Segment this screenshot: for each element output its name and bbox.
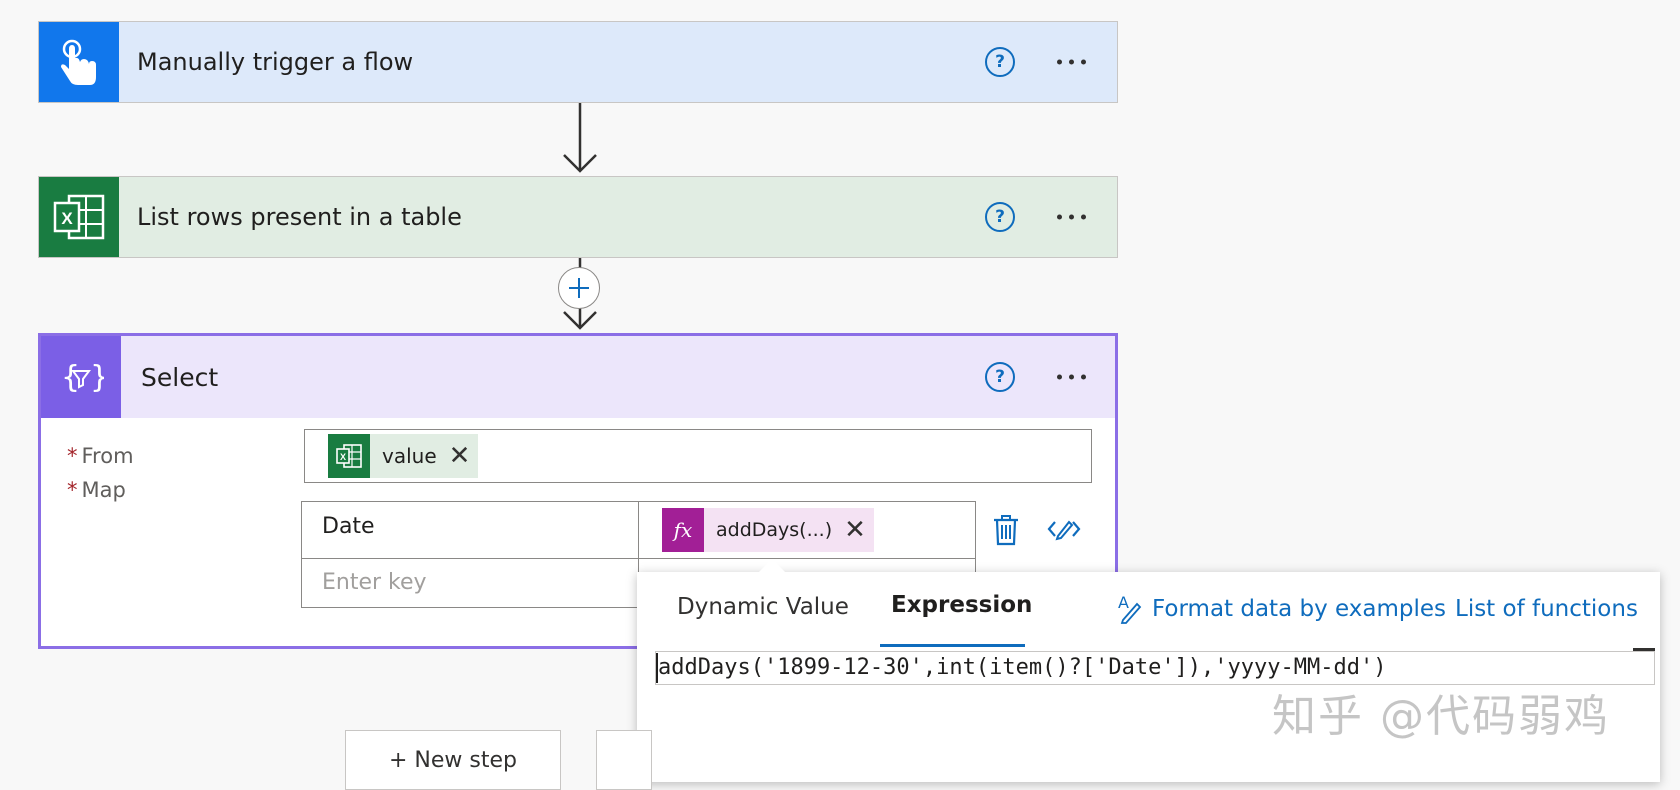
help-icon[interactable]: ?: [985, 362, 1015, 392]
from-input[interactable]: X value ✕: [304, 429, 1092, 483]
switch-to-text-mode-icon[interactable]: [1047, 516, 1081, 546]
connector-arrow-1: [563, 103, 597, 173]
format-data-by-examples-link[interactable]: Format data by examples: [1152, 596, 1446, 622]
watermark: 知乎 @代码弱鸡: [1272, 691, 1610, 742]
list-of-functions-link[interactable]: List of functions: [1455, 596, 1638, 622]
svg-text:X: X: [340, 452, 346, 462]
text-cursor: [656, 653, 658, 683]
scroll-marker: [1633, 648, 1655, 651]
active-tab-underline: [880, 644, 1025, 647]
excel-icon: X: [39, 177, 119, 257]
more-options-button[interactable]: [1057, 374, 1086, 380]
map-key-text: Date: [322, 514, 375, 539]
dynamic-content-popup: Dynamic Value Expression A Format data b…: [637, 559, 1660, 782]
map-key-cell[interactable]: Enter key: [301, 558, 639, 608]
svg-text:}: }: [90, 360, 104, 395]
tab-dynamic-value[interactable]: Dynamic Value: [677, 594, 849, 620]
format-data-icon[interactable]: A: [1117, 592, 1143, 628]
step-title: Manually trigger a flow: [137, 48, 414, 76]
select-data-operation-icon: { }: [41, 336, 121, 418]
more-options-button[interactable]: [1057, 214, 1086, 220]
svg-text:X: X: [61, 209, 73, 228]
trigger-step-card[interactable]: Manually trigger a flow ?: [38, 21, 1118, 103]
svg-text:A: A: [1118, 593, 1129, 612]
tab-expression[interactable]: Expression: [891, 592, 1032, 618]
close-icon[interactable]: ✕: [449, 434, 479, 478]
help-icon[interactable]: ?: [985, 202, 1015, 232]
step-title: Select: [141, 362, 219, 392]
from-label: * From: [67, 444, 134, 468]
token-label: addDays(...): [716, 519, 833, 541]
plus-icon: [569, 278, 589, 298]
expression-token[interactable]: fx addDays(...) ✕: [662, 508, 874, 552]
list-rows-step-card[interactable]: X List rows present in a table ?: [38, 176, 1118, 258]
dynamic-content-token[interactable]: X value ✕: [328, 434, 479, 478]
step-title: List rows present in a table: [137, 203, 462, 231]
map-value-cell[interactable]: fx addDays(...) ✕: [638, 501, 976, 559]
map-key-placeholder: Enter key: [322, 570, 427, 595]
token-label: value: [382, 444, 437, 468]
map-key-cell[interactable]: Date: [301, 501, 639, 559]
excel-icon: X: [328, 434, 370, 478]
delete-icon[interactable]: [992, 514, 1020, 550]
map-label: * Map: [67, 478, 126, 502]
save-button[interactable]: [596, 730, 652, 790]
help-icon[interactable]: ?: [985, 47, 1015, 77]
touch-icon: [39, 22, 119, 102]
more-options-button[interactable]: [1057, 59, 1086, 65]
popup-pointer: [757, 559, 787, 574]
select-step-header[interactable]: { } Select ?: [41, 336, 1115, 418]
insert-step-button[interactable]: [558, 267, 600, 309]
fx-icon: fx: [662, 508, 704, 552]
new-step-button[interactable]: + New step: [345, 730, 561, 790]
close-icon[interactable]: ✕: [844, 508, 874, 552]
